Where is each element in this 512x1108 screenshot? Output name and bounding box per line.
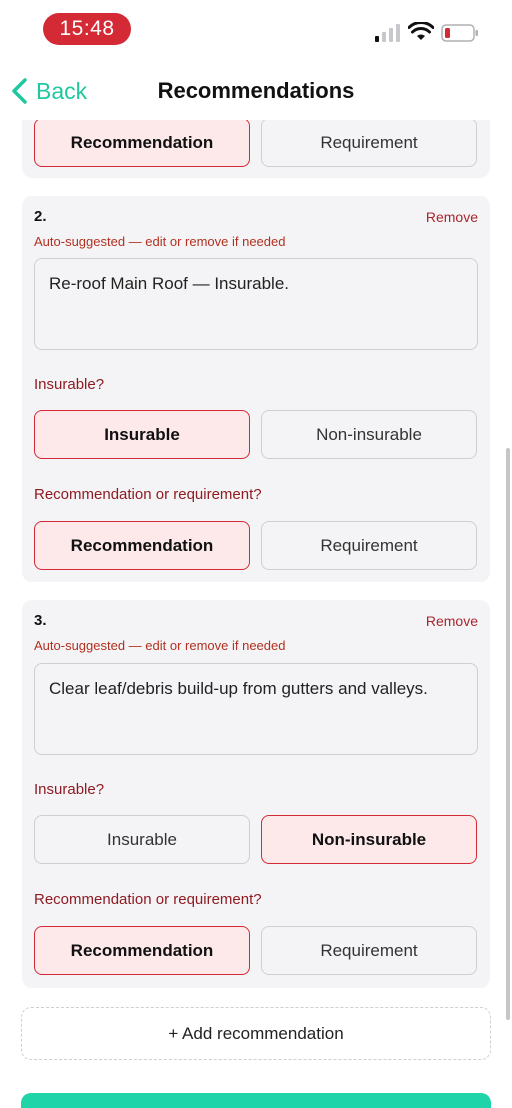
recommendation-text-input[interactable]: Re-roof Main Roof — Insurable. [34,258,478,350]
wifi-icon [408,22,434,40]
navigation-bar: Back Recommendations [0,60,512,120]
status-bar: 15:48 [0,0,512,60]
scrollbar[interactable] [506,448,510,1020]
type-option-requirement[interactable]: Requirement [261,118,477,167]
primary-action-button[interactable] [21,1093,491,1108]
recommendations-screen: 15:48 Back Recommendations Recommendatio… [0,0,512,1108]
remove-button[interactable]: Remove [426,613,478,629]
auto-suggested-note: Auto-suggested — edit or remove if neede… [34,638,286,653]
type-option-recommendation[interactable]: Recommendation [34,521,250,570]
insurable-option-insurable[interactable]: Insurable [34,410,250,459]
recommendation-number: 2. [34,208,47,225]
insurable-question: Insurable? [34,781,105,798]
status-time: 15:48 [43,13,131,45]
insurable-option-non-insurable[interactable]: Non-insurable [261,410,477,459]
insurable-question: Insurable? [34,376,105,393]
remove-button[interactable]: Remove [426,209,478,225]
auto-suggested-note: Auto-suggested — edit or remove if neede… [34,234,286,249]
recommendation-text-input[interactable]: Clear leaf/debris build-up from gutters … [34,663,478,755]
recommendation-number: 3. [34,612,47,629]
type-option-recommendation[interactable]: Recommendation [34,926,250,975]
page-title: Recommendations [157,78,355,103]
type-question: Recommendation or requirement? [34,891,262,908]
type-option-requirement[interactable]: Requirement [261,926,477,975]
insurable-option-insurable[interactable]: Insurable [34,815,250,864]
cellular-signal-icon [375,24,400,42]
insurable-option-non-insurable[interactable]: Non-insurable [261,815,477,864]
battery-low-icon [441,24,478,42]
recommendation-card-2: 2. Remove Auto-suggested — edit or remov… [22,196,490,582]
type-question: Recommendation or requirement? [34,486,262,503]
recommendation-card-3: 3. Remove Auto-suggested — edit or remov… [22,600,490,988]
type-option-recommendation[interactable]: Recommendation [34,118,250,167]
type-option-requirement[interactable]: Requirement [261,521,477,570]
add-recommendation-button[interactable]: + Add recommendation [21,1007,491,1060]
